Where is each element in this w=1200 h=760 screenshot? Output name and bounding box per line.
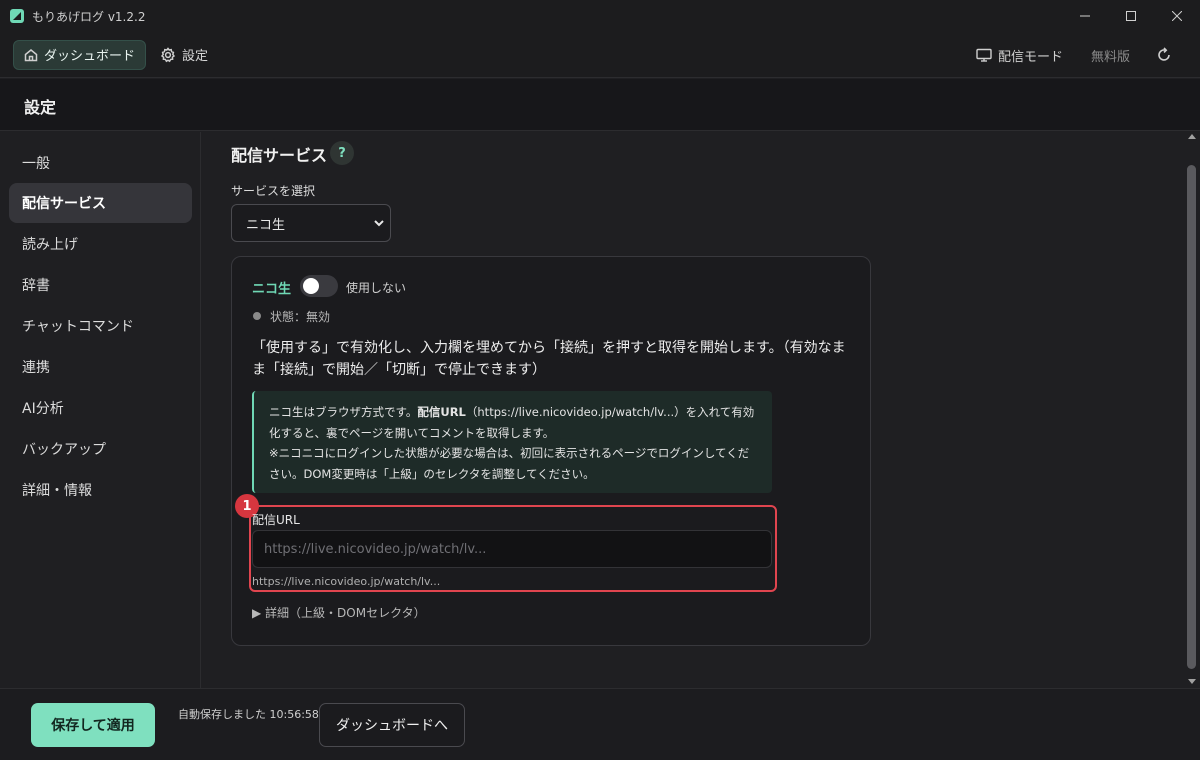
info-text-bold: 配信URL (417, 405, 466, 419)
advanced-details-toggle[interactable]: ▶ 詳細（上級・DOMセレクタ） (252, 604, 426, 621)
status-dot-icon (253, 312, 261, 320)
refresh-button[interactable] (1156, 47, 1172, 63)
save-apply-button[interactable]: 保存して適用 (31, 703, 155, 747)
top-nav: ダッシュボード 設定 配信モード 無料版 (0, 32, 1200, 78)
enable-toggle[interactable] (300, 275, 338, 297)
service-description: 「使用する」で有効化し、入力欄を埋めてから「接続」を押すと取得を開始します。（有… (252, 340, 846, 378)
nav-settings-button[interactable]: 設定 (150, 40, 218, 70)
scroll-thumb[interactable] (1187, 165, 1196, 669)
info-text-3: ※ニコニコにログインした状態が必要な場合は、初回に表示されるページでログインして… (269, 446, 750, 481)
section-title: 配信サービス (231, 146, 328, 165)
sidebar-item-chat-commands[interactable]: チャットコマンド (9, 306, 192, 346)
sidebar-item-general[interactable]: 一般 (9, 143, 192, 183)
nav-right-group: 配信モード 無料版 (976, 32, 1200, 78)
url-label: 配信URL (252, 513, 300, 527)
footer-bar: 保存して適用 自動保存しました 10:56:58 ダッシュボードへ (0, 688, 1200, 760)
sidebar-item-streaming-service[interactable]: 配信サービス (9, 183, 192, 223)
title-bar: もりあげログ v1.2.2 (0, 0, 1200, 32)
close-button[interactable] (1154, 0, 1200, 32)
sidebar-item-dictionary[interactable]: 辞書 (9, 265, 192, 305)
autosave-status: 自動保存しました 10:56:58 (178, 708, 319, 721)
toggle-label: 使用しない (346, 281, 407, 295)
info-text-1: ニコ生はブラウザ方式です。 (269, 405, 418, 419)
maximize-button[interactable] (1108, 0, 1154, 32)
monitor-icon (976, 48, 992, 62)
window-title: もりあげログ v1.2.2 (32, 9, 146, 24)
sidebar-item-text-to-speech[interactable]: 読み上げ (9, 224, 192, 264)
service-select-value: ニコ生 (246, 217, 286, 233)
content-scrollbar[interactable] (1184, 132, 1200, 688)
info-box: ニコ生はブラウザ方式です。配信URL（https://live.nicovide… (252, 391, 772, 493)
url-hint: https://live.nicovideo.jp/watch/lv... (252, 575, 441, 588)
sidebar-item-integrations[interactable]: 連携 (9, 347, 192, 387)
maximize-icon (1126, 11, 1136, 21)
refresh-icon (1158, 47, 1170, 61)
scroll-down-icon[interactable] (1188, 679, 1196, 684)
nav-settings-label: 設定 (182, 49, 209, 64)
page-header: 設定 (0, 79, 1200, 131)
nav-dashboard-button[interactable]: ダッシュボード (13, 39, 147, 70)
service-card: ニコ生 使用しない 状態：無効 「使用する」で有効化し、入力欄を埋めてから「接続… (231, 256, 871, 646)
window-controls (1062, 0, 1200, 32)
sidebar-item-ai-analysis[interactable]: AI分析 (9, 388, 192, 428)
status-text: 状態：無効 (270, 310, 331, 324)
close-icon (1172, 11, 1182, 21)
sidebar-item-details-info[interactable]: 詳細・情報 (9, 470, 192, 510)
stream-mode-label: 配信モード (997, 49, 1063, 65)
settings-sidebar: 一般 配信サービス 読み上げ 辞書 チャットコマンド 連携 AI分析 バックアッ… (0, 132, 201, 688)
chevron-down-icon (374, 220, 384, 227)
minimize-icon (1080, 15, 1090, 17)
service-select-label: サービスを選択 (231, 184, 316, 198)
help-icon[interactable]: ? (330, 141, 354, 165)
service-select[interactable]: ニコ生 (231, 204, 391, 242)
page-title: 設定 (24, 98, 57, 117)
nav-dashboard-label: ダッシュボード (44, 49, 136, 64)
sidebar-item-backup[interactable]: バックアップ (9, 429, 192, 469)
service-name: ニコ生 (252, 282, 292, 297)
plan-label: 無料版 (1090, 49, 1130, 65)
minimize-button[interactable] (1062, 0, 1108, 32)
home-icon (24, 48, 38, 61)
url-input[interactable]: https://live.nicovideo.jp/watch/lv... (252, 530, 772, 568)
gear-icon (160, 46, 176, 62)
stream-mode-button[interactable]: 配信モード (976, 46, 1063, 65)
scroll-up-icon[interactable] (1188, 134, 1196, 139)
settings-content: 配信サービス ? サービスを選択 ニコ生 ニコ生 使用しない 状態：無効 「使用… (202, 132, 1184, 688)
app-logo-icon (10, 9, 24, 23)
go-dashboard-button[interactable]: ダッシュボードへ (319, 703, 465, 747)
